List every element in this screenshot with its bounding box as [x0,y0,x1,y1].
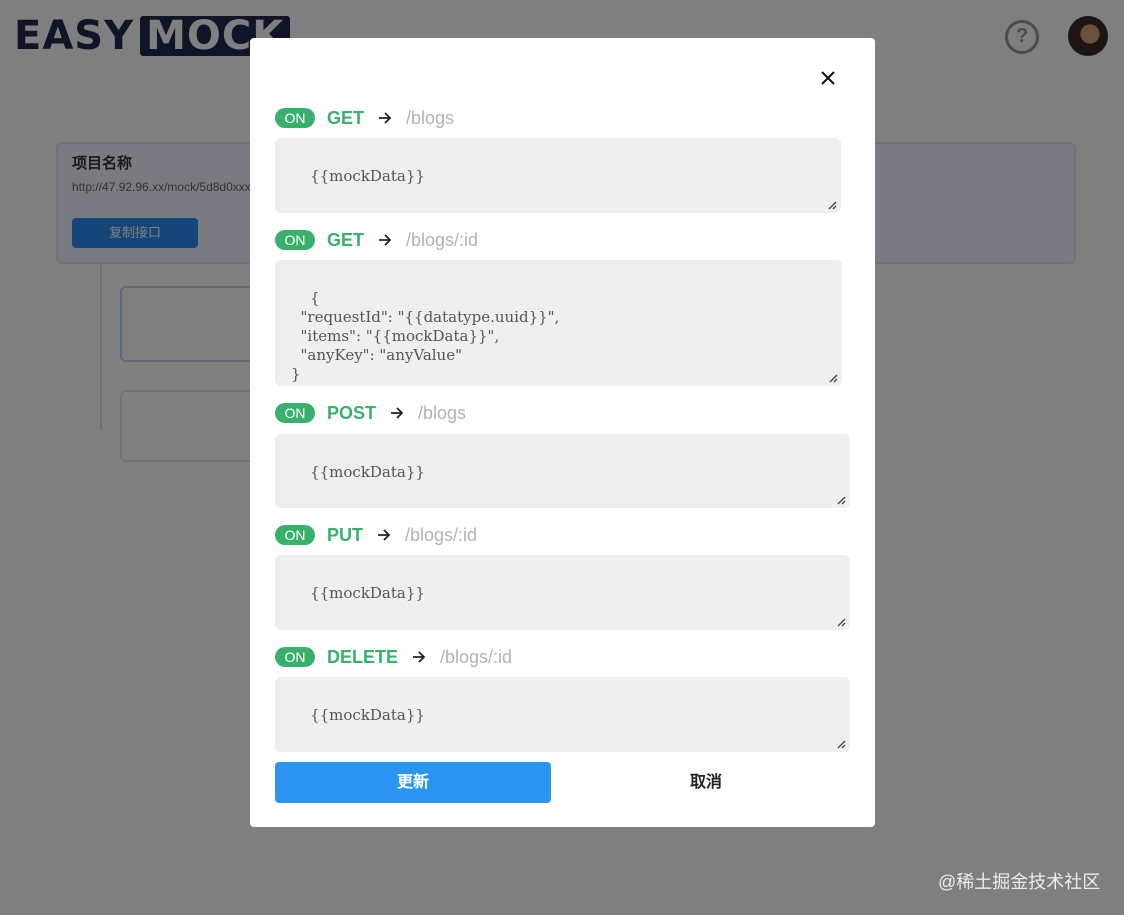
route-header: ON PUT /blogs/:id [275,524,477,546]
response-body-editor[interactable]: {{mockData}} [275,434,850,508]
resize-handle-icon[interactable] [827,200,837,210]
route-path: /blogs/:id [405,524,478,545]
route-header: ON POST /blogs [275,402,466,424]
status-toggle[interactable]: ON [275,647,315,667]
response-body-text: {{mockData}} [310,167,425,185]
arrow-right-icon [379,112,392,124]
cancel-button[interactable]: 取消 [568,762,844,803]
resize-handle-icon[interactable] [836,617,846,627]
response-body-editor[interactable]: {{mockData}} [275,677,850,752]
arrow-right-icon [379,234,392,246]
route-path: /blogs/:id [440,646,513,667]
arrow-right-icon [378,529,391,541]
response-body-editor[interactable]: { "requestId": "{{datatype.uuid}}", "ite… [275,260,842,386]
close-icon[interactable] [816,66,840,90]
status-toggle[interactable]: ON [275,403,315,423]
watermark: @稀土掘金技术社区 [938,872,1101,892]
route-header: ON GET /blogs/:id [275,229,478,251]
response-body-editor[interactable]: {{mockData}} [275,138,841,213]
route-path: /blogs [406,107,455,128]
response-body-editor[interactable]: {{mockData}} [275,555,850,630]
route-path: /blogs [418,402,467,423]
arrow-right-icon [413,651,426,663]
response-body-text: {{mockData}} [310,463,425,481]
route-header: ON DELETE /blogs/:id [275,646,512,668]
arrow-right-icon [391,407,404,419]
response-body-text: { "requestId": "{{datatype.uuid}}", "ite… [291,289,560,383]
edit-routes-modal: ON GET /blogs {{mockData}} ON GET /blogs… [250,38,875,827]
status-toggle[interactable]: ON [275,108,315,128]
update-button[interactable]: 更新 [275,762,551,803]
http-method: GET [327,229,365,250]
resize-handle-icon[interactable] [828,373,838,383]
http-method: PUT [327,524,363,545]
response-body-text: {{mockData}} [310,706,425,724]
resize-handle-icon[interactable] [836,739,846,749]
resize-handle-icon[interactable] [836,495,846,505]
route-path: /blogs/:id [406,229,479,250]
http-method: DELETE [327,646,399,667]
route-header: ON GET /blogs [275,107,454,129]
response-body-text: {{mockData}} [310,584,425,602]
status-toggle[interactable]: ON [275,230,315,250]
http-method: GET [327,107,365,128]
status-toggle[interactable]: ON [275,525,315,545]
http-method: POST [327,402,377,423]
